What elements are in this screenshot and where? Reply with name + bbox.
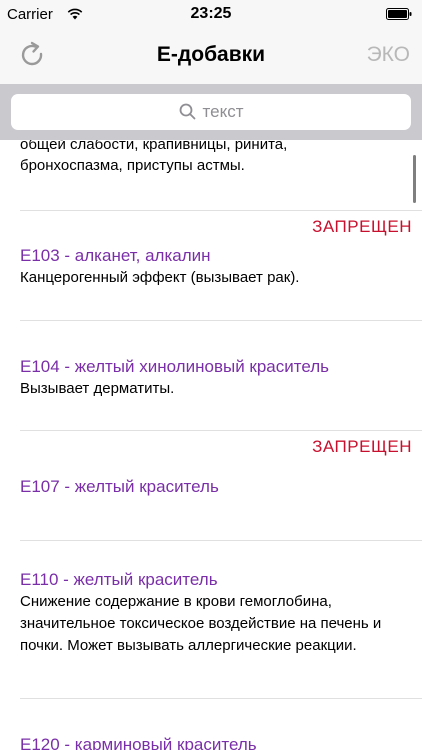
list-item[interactable]: E120 - карминовый краситель — [0, 699, 422, 750]
page-title: Е-добавки — [156, 43, 266, 66]
battery-icon — [386, 8, 412, 20]
additive-name: E110 - желтый краситель — [20, 570, 218, 589]
description-line: бронхоспазма, приступы астмы. — [20, 157, 245, 174]
list-item[interactable]: E104 - желтый хинолиновый краситель Вызы… — [0, 321, 422, 431]
search-bar: текст — [0, 84, 422, 140]
additive-description: Канцерогенный эффект (вызывает рак). — [20, 269, 300, 286]
search-icon — [179, 103, 195, 120]
eco-button[interactable]: ЭКО — [367, 43, 410, 67]
list-item-partial[interactable]: общей слабости, крапивницы, ринита, брон… — [20, 140, 410, 176]
additives-list[interactable]: общей слабости, крапивницы, ринита, брон… — [0, 140, 422, 750]
status-bar: Carrier 23:25 — [0, 0, 422, 28]
additive-description: Вызывает дерматиты. — [20, 380, 175, 397]
additive-description: Снижение содержание в крови гемоглобина,… — [20, 593, 382, 654]
list-item[interactable]: ЗАПРЕЩЕН E107 - желтый краситель — [0, 431, 422, 541]
list-item[interactable]: ЗАПРЕЩЕН E103 - алканет, алкалин Канцеро… — [0, 211, 422, 321]
banned-badge: ЗАПРЕЩЕН — [312, 217, 412, 236]
search-placeholder: текст — [202, 102, 244, 121]
list-item[interactable]: E110 - желтый краситель Снижение содержа… — [0, 541, 422, 699]
additive-name: E104 - желтый хинолиновый краситель — [20, 357, 330, 376]
additive-name: E103 - алканет, алкалин — [20, 246, 211, 265]
navigation-bar: Е-добавки ЭКО — [0, 28, 422, 84]
description-line: общей слабости, крапивницы, ринита, — [20, 140, 288, 153]
banned-badge: ЗАПРЕЩЕН — [312, 437, 412, 456]
scrollbar[interactable] — [413, 155, 416, 203]
clock: 23:25 — [190, 5, 232, 22]
additive-name: E107 - желтый краситель — [20, 477, 219, 496]
additive-name: E120 - карминовый краситель — [20, 735, 257, 750]
search-input[interactable]: текст — [11, 94, 411, 130]
